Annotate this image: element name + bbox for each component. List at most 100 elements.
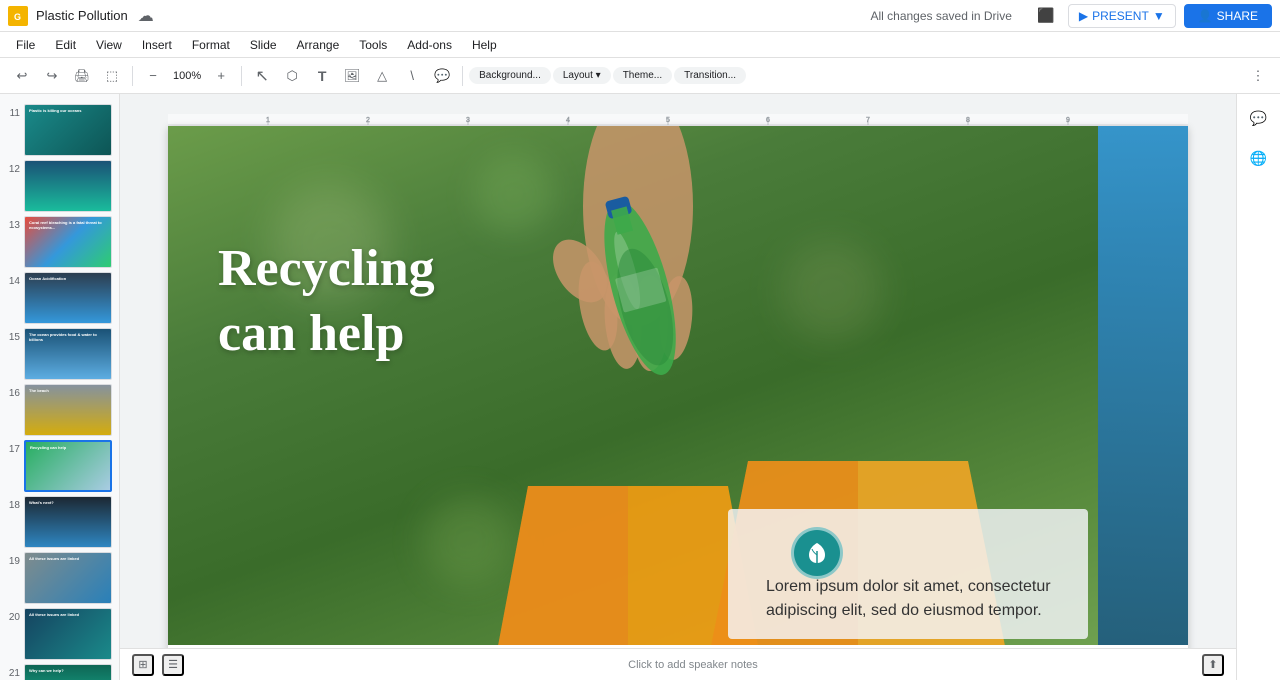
cursor-button[interactable]: ↖ xyxy=(248,62,276,90)
separator-3 xyxy=(462,66,463,86)
print-button[interactable]: 🖨 xyxy=(68,62,96,90)
slide-preview-13: Coral reef bleaching is a fatal threat t… xyxy=(24,216,112,268)
slide-title: Recycling can help xyxy=(218,236,435,366)
slide-thumb-15[interactable]: 15 The ocean provides food & water to bi… xyxy=(0,326,119,382)
slide-thumb-18[interactable]: 18 What's next? xyxy=(0,494,119,550)
zoom-out-button[interactable]: − xyxy=(139,62,167,90)
slide-preview-21: Why can we help? xyxy=(24,664,112,680)
app-logo: G xyxy=(8,6,28,26)
zoom-in-button[interactable]: + xyxy=(207,62,235,90)
menu-addons[interactable]: Add-ons xyxy=(399,36,460,54)
menu-slide[interactable]: Slide xyxy=(242,36,285,54)
slide-number-15: 15 xyxy=(6,328,20,343)
document-title: Plastic Pollution xyxy=(36,8,128,23)
layout-label: Layout ▾ xyxy=(563,70,601,81)
separator-2 xyxy=(241,66,242,86)
slide-preview-16: The beach xyxy=(24,384,112,436)
translate-sidebar-button[interactable]: 🌐 xyxy=(1243,142,1275,174)
slide-thumb-19[interactable]: 19 All these issues are linked xyxy=(0,550,119,606)
grid-view-button[interactable]: ⊞ xyxy=(132,654,154,676)
slide-mini-text-19: All these issues are linked xyxy=(29,557,79,562)
menu-tools[interactable]: Tools xyxy=(351,36,395,54)
theme-pill[interactable]: Theme... xyxy=(613,67,672,84)
slide-thumb-11[interactable]: 11 Plastic is killing our oceans xyxy=(0,102,119,158)
toolbar-right: ⋮ xyxy=(1244,62,1272,90)
image-button[interactable]: 🖼 xyxy=(338,62,366,90)
svg-text:6: 6 xyxy=(766,117,770,124)
title-bar: G Plastic Pollution ☁ All changes saved … xyxy=(0,0,1280,32)
slide-title-line2: can help xyxy=(218,301,435,366)
share-icon: 👤 xyxy=(1198,9,1213,23)
title-bar-actions: ⬛ ▶ PRESENT ▼ 👤 SHARE xyxy=(1032,2,1272,30)
speaker-notes-placeholder[interactable]: Click to add speaker notes xyxy=(192,659,1194,671)
svg-text:8: 8 xyxy=(966,117,970,124)
paint-format-button[interactable]: ⬚ xyxy=(98,62,126,90)
svg-text:3: 3 xyxy=(466,117,470,124)
menu-file[interactable]: File xyxy=(8,36,43,54)
more-options-button[interactable]: ⋮ xyxy=(1244,62,1272,90)
slide-thumb-17[interactable]: 17 Recycling can help xyxy=(0,438,119,494)
cloud-save-icon: ☁ xyxy=(138,6,154,26)
slide-mini-text-13: Coral reef bleaching is a fatal threat t… xyxy=(29,221,111,231)
slide-background xyxy=(168,126,1188,648)
transition-label: Transition... xyxy=(684,70,736,81)
present-icon: ▶ xyxy=(1079,9,1088,23)
slide-number-12: 12 xyxy=(6,160,20,175)
present-dropdown-icon: ▼ xyxy=(1153,9,1165,23)
comments-sidebar-button[interactable]: 💬 xyxy=(1243,102,1275,134)
canvas-wrapper: 1 2 3 4 5 6 7 8 9 xyxy=(120,94,1236,680)
slide-number-17: 17 xyxy=(6,440,20,455)
present-button[interactable]: ▶ PRESENT ▼ xyxy=(1068,4,1176,28)
text-button[interactable]: T xyxy=(308,62,336,90)
slide-main[interactable]: Recycling can help Lorem ipsum dolor sit… xyxy=(168,126,1188,648)
slide-mini-text-21: Why can we help? xyxy=(29,669,64,674)
slide-mini-text-15: The ocean provides food & water to billi… xyxy=(29,333,111,343)
menu-format[interactable]: Format xyxy=(184,36,238,54)
slide-body-text-content: Lorem ipsum dolor sit amet, consectetur … xyxy=(766,578,1051,619)
menu-help[interactable]: Help xyxy=(464,36,505,54)
slide-thumb-16[interactable]: 16 The beach xyxy=(0,382,119,438)
blue-bin xyxy=(1098,126,1188,648)
expand-notes-button[interactable]: ⬆ xyxy=(1202,654,1224,676)
slide-thumb-21[interactable]: 21 Why can we help? xyxy=(0,662,119,680)
slide-thumb-14[interactable]: 14 Ocean Acidification xyxy=(0,270,119,326)
background-pill[interactable]: Background... xyxy=(469,67,551,84)
layout-pill[interactable]: Layout ▾ xyxy=(553,67,611,84)
share-button[interactable]: 👤 SHARE xyxy=(1184,4,1272,28)
background-label: Background... xyxy=(479,70,541,81)
list-view-button[interactable]: ☰ xyxy=(162,654,184,676)
teal-leaf-icon xyxy=(791,527,843,579)
slide-thumb-13[interactable]: 13 Coral reef bleaching is a fatal threa… xyxy=(0,214,119,270)
theme-label: Theme... xyxy=(623,70,662,81)
slide-thumb-20[interactable]: 20 All these issues are linked xyxy=(0,606,119,662)
slide-mini-text-11: Plastic is killing our oceans xyxy=(29,109,81,114)
menu-bar: File Edit View Insert Format Slide Arran… xyxy=(0,32,1280,58)
slide-preview-15: The ocean provides food & water to billi… xyxy=(24,328,112,380)
undo-button[interactable]: ↩ xyxy=(8,62,36,90)
slide-number-18: 18 xyxy=(6,496,20,511)
slide-mini-text-16: The beach xyxy=(29,389,49,394)
slide-preview-17: Recycling can help xyxy=(24,440,112,492)
slide-number-19: 19 xyxy=(6,552,20,567)
line-button[interactable]: \ xyxy=(398,62,426,90)
menu-edit[interactable]: Edit xyxy=(47,36,84,54)
redo-button[interactable]: ↪ xyxy=(38,62,66,90)
svg-text:4: 4 xyxy=(566,117,570,124)
menu-arrange[interactable]: Arrange xyxy=(289,36,348,54)
slide-thumb-12[interactable]: 12 xyxy=(0,158,119,214)
slideshow-icon[interactable]: ⬛ xyxy=(1032,2,1060,30)
share-label: SHARE xyxy=(1217,9,1258,23)
svg-text:9: 9 xyxy=(1066,117,1070,124)
comment-button[interactable]: 💬 xyxy=(428,62,456,90)
shapes-button[interactable]: △ xyxy=(368,62,396,90)
slide-body-text: Lorem ipsum dolor sit amet, consectetur … xyxy=(756,575,1084,623)
transition-pill[interactable]: Transition... xyxy=(674,67,746,84)
slides-panel: 11 Plastic is killing our oceans 12 13 C… xyxy=(0,94,120,680)
menu-view[interactable]: View xyxy=(88,36,130,54)
slide-preview-20: All these issues are linked xyxy=(24,608,112,660)
slide-number-14: 14 xyxy=(6,272,20,287)
slide-preview-19: All these issues are linked xyxy=(24,552,112,604)
present-label: PRESENT xyxy=(1092,9,1149,23)
menu-insert[interactable]: Insert xyxy=(134,36,180,54)
select-button[interactable]: ⬡ xyxy=(278,62,306,90)
